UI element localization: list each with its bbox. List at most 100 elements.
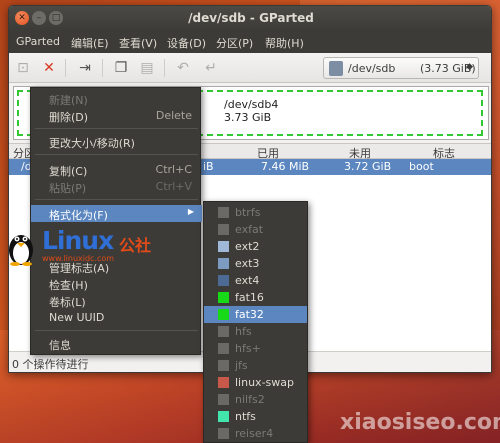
fs-label: btrfs xyxy=(235,206,261,219)
undo-icon[interactable]: ↶ xyxy=(173,58,193,78)
menu-item-label: 卷标(L) xyxy=(49,296,86,309)
menu-item-accel: Ctrl+C xyxy=(155,163,192,176)
title-bar: ✕ – □ /dev/sdb - GParted xyxy=(9,6,491,31)
fs-item-exfat[interactable]: exfat xyxy=(204,221,307,238)
menu-item-label: 信息 xyxy=(49,339,71,352)
fs-color-swatch xyxy=(218,428,229,439)
logo-word: Linux xyxy=(42,226,114,255)
fs-color-swatch xyxy=(218,326,229,337)
resize-move-icon[interactable]: ⇥ xyxy=(75,58,95,78)
menu-help[interactable]: 帮助(H) xyxy=(265,35,304,51)
menu-bar: GParted 编辑(E) 查看(V) 设备(D) 分区(P) 帮助(H) xyxy=(9,31,491,53)
fs-item-hfs[interactable]: hfs xyxy=(204,323,307,340)
menu-item-label-volume[interactable]: 卷标(L) xyxy=(31,292,202,309)
fs-color-swatch xyxy=(218,207,229,218)
fs-color-swatch xyxy=(218,343,229,354)
fs-color-swatch xyxy=(218,224,229,235)
menu-item-resize[interactable]: 更改大小/移动(R) xyxy=(31,133,202,150)
menu-gparted[interactable]: GParted xyxy=(16,35,60,48)
new-partition-icon[interactable]: ⊡ xyxy=(13,58,33,78)
status-text: 0 个操作待进行 xyxy=(12,358,89,371)
fs-label: jfs xyxy=(235,359,248,372)
fs-label: ext2 xyxy=(235,240,260,253)
fs-color-swatch xyxy=(218,275,229,286)
fs-color-swatch xyxy=(218,292,229,303)
fs-item-ext4[interactable]: ext4 xyxy=(204,272,307,289)
fs-label: ntfs xyxy=(235,410,256,423)
fs-label: reiser4 xyxy=(235,427,274,440)
fs-item-nilfs2[interactable]: nilfs2 xyxy=(204,391,307,408)
fs-item-reiser4[interactable]: reiser4 xyxy=(204,425,307,442)
menu-separator xyxy=(35,154,198,155)
fs-color-swatch xyxy=(218,360,229,371)
partition-context-menu: 新建(N) 删除(D) Delete 更改大小/移动(R) 复制(C) Ctrl… xyxy=(30,87,202,355)
menu-item-label: 粘贴(P) xyxy=(49,182,87,195)
menu-item-label: 新建(N) xyxy=(49,94,88,107)
menu-item-accel: Ctrl+V xyxy=(155,180,192,193)
device-name: /dev/sdb xyxy=(348,62,396,75)
disk-icon xyxy=(329,61,343,76)
menu-item-copy[interactable]: 复制(C) Ctrl+C xyxy=(31,161,202,178)
menu-item-new-uuid[interactable]: New UUID xyxy=(31,309,202,326)
menu-item-label: 复制(C) xyxy=(49,165,88,178)
fs-label: fat32 xyxy=(235,308,264,321)
fs-label: hfs+ xyxy=(235,342,261,355)
fs-label: ext3 xyxy=(235,257,260,270)
fs-item-jfs[interactable]: jfs xyxy=(204,357,307,374)
menu-view[interactable]: 查看(V) xyxy=(119,35,157,51)
fs-label: ext4 xyxy=(235,274,260,287)
menu-item-info[interactable]: 信息 xyxy=(31,335,202,352)
toolbar: ⊡ ✕ ⇥ ❐ ▤ ↶ ↵ /dev/sdb (3.73 GiB) ◆ xyxy=(9,53,491,83)
menu-edit[interactable]: 编辑(E) xyxy=(71,35,109,51)
fs-item-fat32[interactable]: fat32 xyxy=(204,306,307,323)
fs-item-hfsplus[interactable]: hfs+ xyxy=(204,340,307,357)
fs-item-linux-swap[interactable]: linux-swap xyxy=(204,374,307,391)
menu-item-check[interactable]: 检查(H) xyxy=(31,275,202,292)
fs-label: exfat xyxy=(235,223,264,236)
paste-icon[interactable]: ▤ xyxy=(137,58,157,78)
row-used: 7.46 MiB xyxy=(261,160,310,173)
menu-separator xyxy=(35,199,198,200)
fs-item-ext2[interactable]: ext2 xyxy=(204,238,307,255)
menu-device[interactable]: 设备(D) xyxy=(167,35,206,51)
menu-item-paste[interactable]: 粘贴(P) Ctrl+V xyxy=(31,178,202,195)
linux-logo: Linux 公社 www.linuxidc.com xyxy=(2,224,172,270)
fs-color-swatch xyxy=(218,241,229,252)
menu-item-label: 格式化为(F) xyxy=(49,209,108,222)
fs-item-ntfs[interactable]: ntfs xyxy=(204,408,307,425)
menu-item-format[interactable]: 格式化为(F) ▶ xyxy=(31,205,202,222)
window-title: /dev/sdb - GParted xyxy=(188,11,314,25)
menu-separator xyxy=(35,330,198,331)
toolbar-separator xyxy=(102,59,103,77)
fs-item-btrfs[interactable]: btrfs xyxy=(204,204,307,221)
partition-block-size: 3.73 GiB xyxy=(224,111,272,124)
format-submenu: btrfs exfat ext2 ext3 ext4 fat16 fat32 h… xyxy=(203,201,308,443)
watermark-text: xiaosiseo.com xyxy=(340,410,500,435)
partition-block-name: /dev/sdb4 xyxy=(224,98,279,111)
delete-partition-icon[interactable]: ✕ xyxy=(39,58,59,78)
fs-color-swatch xyxy=(218,258,229,269)
copy-icon[interactable]: ❐ xyxy=(111,58,131,78)
fs-item-fat16[interactable]: fat16 xyxy=(204,289,307,306)
fs-color-swatch xyxy=(218,377,229,388)
fs-label: hfs xyxy=(235,325,252,338)
toolbar-separator xyxy=(164,59,165,77)
fs-label: nilfs2 xyxy=(235,393,265,406)
menu-partition[interactable]: 分区(P) xyxy=(216,35,253,51)
toolbar-separator xyxy=(65,59,66,77)
menu-item-delete[interactable]: 删除(D) Delete xyxy=(31,107,202,124)
apply-icon[interactable]: ↵ xyxy=(201,58,221,78)
menu-separator xyxy=(35,128,198,129)
fs-item-ext3[interactable]: ext3 xyxy=(204,255,307,272)
row-size: iB xyxy=(203,160,214,173)
fs-color-swatch xyxy=(218,411,229,422)
row-unused: 3.72 GiB xyxy=(344,160,392,173)
menu-item-label: 更改大小/移动(R) xyxy=(49,137,135,150)
fs-label: fat16 xyxy=(235,291,264,304)
logo-url: www.linuxidc.com xyxy=(42,254,115,263)
penguin-icon xyxy=(9,235,33,266)
row-flags: boot xyxy=(409,160,434,173)
chevron-down-icon: ◆ xyxy=(466,62,473,72)
menu-item-new[interactable]: 新建(N) xyxy=(31,90,202,107)
device-selector[interactable]: /dev/sdb (3.73 GiB) ◆ xyxy=(323,57,479,79)
